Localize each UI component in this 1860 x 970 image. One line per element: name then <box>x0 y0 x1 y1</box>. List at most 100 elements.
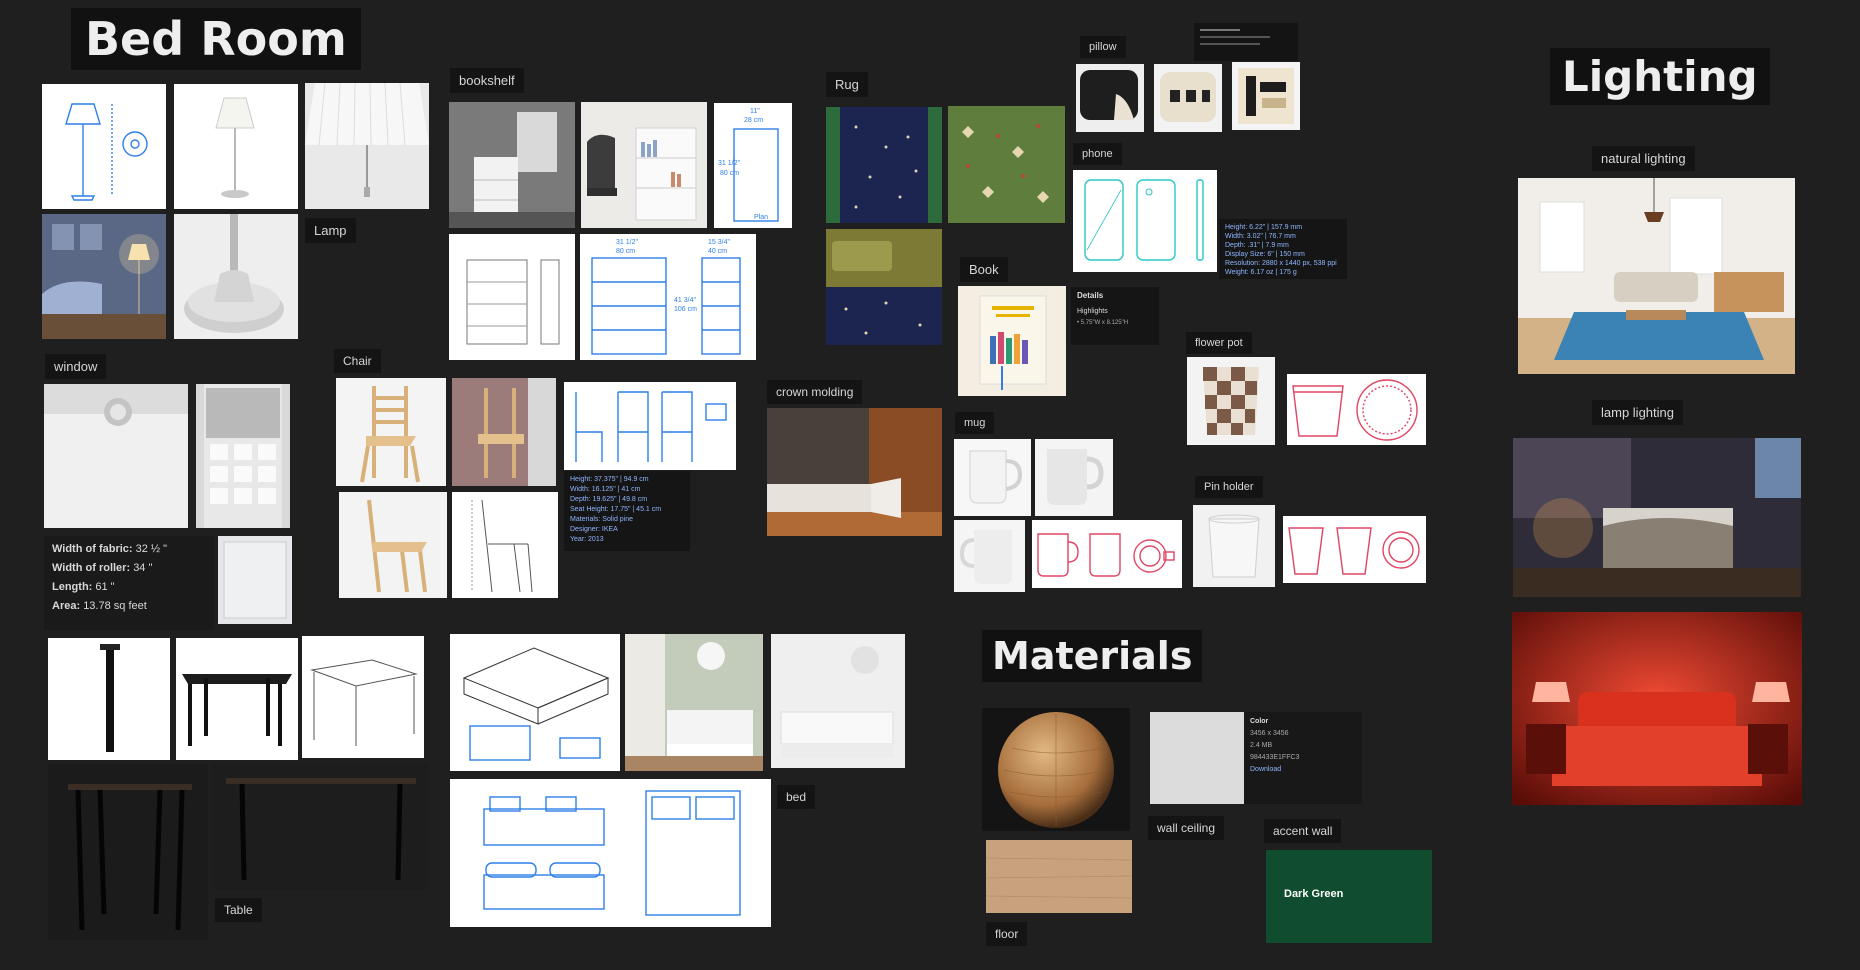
bookshelf-room-photo[interactable] <box>449 102 575 228</box>
window-roller-closeup[interactable] <box>44 384 188 528</box>
bookshelf-height-1: 41 3/4" <box>674 297 696 304</box>
bed-room-photo-green[interactable] <box>625 634 763 771</box>
window-roller-value: 34 " <box>133 562 153 574</box>
chair-spec-designer: Designer: IKEA <box>570 526 618 533</box>
pillow-black-photo[interactable] <box>1076 64 1144 132</box>
phone-blueprint[interactable] <box>1073 170 1217 272</box>
lamp-blueprint-drawing <box>65 103 148 201</box>
lamp-room-photo[interactable] <box>42 214 166 339</box>
chair-front-photo[interactable] <box>336 378 446 486</box>
crown-molding-label: crown molding <box>767 380 863 404</box>
accent-wall-swatch[interactable]: Dark Green <box>1266 850 1432 943</box>
pillow-info-note <box>1194 23 1298 61</box>
bed-isometric-blueprint[interactable] <box>450 634 620 771</box>
pillow-label: pillow <box>1080 36 1126 58</box>
bookshelf-chair-photo[interactable] <box>581 102 707 228</box>
bookshelf-outline-drawing[interactable] <box>449 234 575 360</box>
bookshelf-side-w1: 15 3/4" <box>708 239 730 246</box>
lamp-lighting-drawing <box>1513 438 1801 597</box>
chair-room-photo[interactable] <box>452 378 556 486</box>
table-desk-drawing <box>182 674 292 746</box>
table-blueprint-drawing <box>310 659 418 746</box>
window-blind-white[interactable] <box>218 536 292 624</box>
chair-spec-seat: Seat Height: 17.75" | 45.1 cm <box>570 506 662 513</box>
bookshelf-room-drawing <box>449 102 575 228</box>
window-blind-photo[interactable] <box>196 384 290 528</box>
book-drawing <box>979 295 1047 390</box>
flower-pot-diagram-svg <box>1292 379 1418 441</box>
window-area-value: 13.78 sq feet <box>83 600 147 612</box>
mug-photo-3-drawing <box>959 530 1012 584</box>
flower-pot-diagram[interactable] <box>1287 374 1426 445</box>
material-color-download[interactable]: Download <box>1250 764 1356 776</box>
chair-spec-year: Year: 2013 <box>570 536 604 543</box>
chair-blueprint[interactable] <box>564 382 736 470</box>
table-desk-photo[interactable] <box>176 638 298 760</box>
material-wall-ceiling-swatch[interactable] <box>1150 712 1244 804</box>
flower-pot-photo[interactable] <box>1187 357 1275 445</box>
chair-blueprint-drawing <box>575 391 727 462</box>
bed-blueprint[interactable] <box>450 779 771 927</box>
table-dark-photo-2[interactable] <box>212 764 428 890</box>
mug-photo-2[interactable] <box>1035 439 1113 516</box>
chair-side-blueprint[interactable] <box>452 492 558 598</box>
red-lighting-photo[interactable] <box>1512 612 1802 805</box>
rug-blue-photo[interactable] <box>826 107 942 223</box>
crown-molding-photo[interactable] <box>767 408 942 536</box>
bookshelf-plan-w2: 28 cm <box>744 117 763 124</box>
chair-spec-width: Width: 16.125" | 41 cm <box>570 486 641 493</box>
window-length-value: 61 " <box>95 581 115 593</box>
pillow-stripe-photo[interactable] <box>1154 64 1222 132</box>
book-photo[interactable] <box>958 286 1066 396</box>
rug-room-photo[interactable] <box>826 229 942 345</box>
chair-room-drawing <box>452 378 556 486</box>
bookshelf-plan-dimensions[interactable]: 11" 28 cm 31 1/2" 80 cm Plan <box>714 103 792 228</box>
rug-green-photo[interactable] <box>948 106 1065 223</box>
window-specs: Width of fabric: 32 ½ " Width of roller:… <box>44 536 214 630</box>
pin-holder-diagram[interactable] <box>1283 516 1426 583</box>
book-details-size: 5.75"W x 8.125"H <box>1080 320 1129 326</box>
table-dark-2-drawing <box>226 778 416 881</box>
bookshelf-plan-h1: 31 1/2" <box>718 160 740 167</box>
moodboard-canvas[interactable]: Bed Room Lighting Materials Lamp bookshe… <box>0 0 1860 970</box>
window-blind-white-drawing <box>223 541 287 619</box>
chair-label: Chair <box>334 349 381 373</box>
window-roller-label: Width of roller: <box>52 562 131 574</box>
bed-room-photo-white[interactable] <box>771 634 905 768</box>
table-leg-photo[interactable] <box>48 638 170 760</box>
lamp-product-photo[interactable] <box>174 84 298 209</box>
floor-label: floor <box>986 922 1028 946</box>
chair-specs: Height: 37.375" | 94.9 cm Width: 16.125"… <box>564 471 690 551</box>
window-length-label: Length: <box>52 581 93 593</box>
wall-ceiling-label: wall ceiling <box>1148 816 1225 840</box>
natural-lighting-photo[interactable] <box>1518 178 1795 374</box>
red-lighting-drawing <box>1512 612 1802 805</box>
book-details-title: Details <box>1077 291 1104 300</box>
bookshelf-label: bookshelf <box>450 68 524 93</box>
material-wood-sphere[interactable] <box>982 708 1130 831</box>
bed-blueprint-drawing <box>483 790 741 916</box>
bed-room-green-drawing <box>625 634 763 771</box>
pin-holder-photo[interactable] <box>1193 505 1275 587</box>
mug-diagram[interactable] <box>1032 520 1182 588</box>
chair-spec-height: Height: 37.375" | 94.9 cm <box>570 476 649 483</box>
mug-photo-1[interactable] <box>954 439 1031 516</box>
bookshelf-dimension-drawing[interactable]: 31 1/2" 80 cm 15 3/4" 40 cm 41 3/4" 106 … <box>580 234 756 360</box>
mug-photo-3[interactable] <box>954 520 1025 592</box>
natural-lighting-drawing <box>1518 178 1795 374</box>
phone-blueprint-drawing <box>1084 179 1204 261</box>
table-blueprint[interactable] <box>302 636 424 758</box>
lamp-blueprint[interactable] <box>42 84 166 209</box>
chair-side-photo[interactable] <box>339 492 447 598</box>
phone-specs: Height: 6.22" | 157.9 mm Width: 3.02" | … <box>1219 219 1347 279</box>
pillow-block-photo[interactable] <box>1232 62 1300 130</box>
table-dark-photo-1[interactable] <box>48 764 208 940</box>
phone-spec-resolution: Resolution: 2880 x 1440 px, 538 ppi <box>1225 260 1337 267</box>
rug-blue-drawing <box>826 107 942 223</box>
bookshelf-outline-svg <box>466 259 560 345</box>
lamp-lighting-photo[interactable] <box>1513 438 1801 597</box>
lamp-shade-closeup[interactable] <box>305 83 429 209</box>
lamp-base-closeup[interactable] <box>174 214 298 339</box>
floor-texture <box>986 840 1132 913</box>
material-floor-swatch[interactable] <box>986 840 1132 913</box>
